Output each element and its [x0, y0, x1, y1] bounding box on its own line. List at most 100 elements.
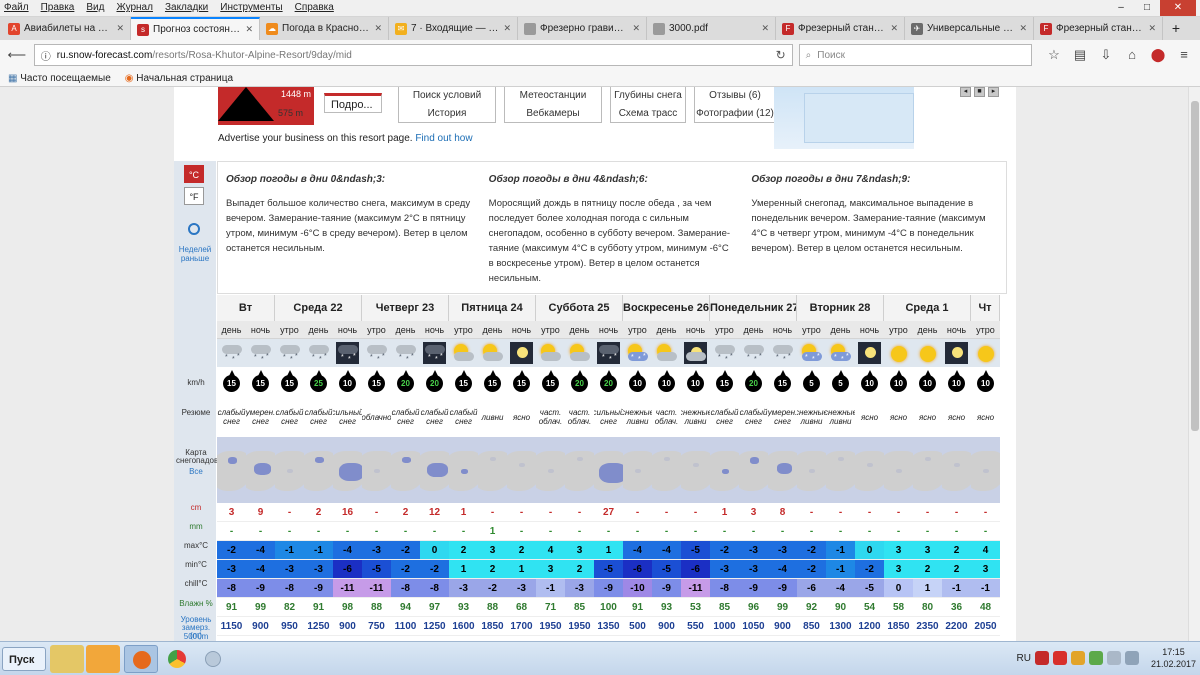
snow-map-thumb[interactable] — [478, 437, 507, 503]
hamburger-menu-icon[interactable]: ≡ — [1174, 47, 1194, 63]
resort-nav-link[interactable]: История — [428, 108, 467, 119]
explorer-icon[interactable] — [50, 645, 84, 673]
pause-icon[interactable]: ■ — [974, 87, 985, 97]
page-scrollbar[interactable] — [1188, 87, 1200, 641]
prev-icon[interactable]: ◂ — [960, 87, 971, 97]
resort-nav-link[interactable]: Фотографии (12) — [696, 108, 774, 119]
firefox-icon[interactable] — [124, 645, 158, 673]
browser-tab[interactable]: ✈ Универсальные фре... ✕ — [905, 17, 1034, 40]
start-button[interactable]: Пуск — [2, 647, 46, 671]
close-button[interactable]: ✕ — [1160, 0, 1196, 16]
info-icon[interactable]: ⓘ — [41, 48, 51, 63]
snow-map-thumb[interactable] — [362, 437, 391, 503]
snow-map-thumb[interactable] — [507, 437, 536, 503]
tab-close-icon[interactable]: ✕ — [632, 23, 640, 34]
snow-map-thumb[interactable] — [913, 437, 942, 503]
bookmark-star-icon[interactable]: ☆ — [1044, 47, 1064, 63]
snow-map-thumb[interactable] — [275, 437, 304, 503]
reload-icon[interactable]: ↻ — [776, 48, 786, 62]
search-input[interactable]: ⌕ Поиск — [798, 44, 1032, 66]
snow-map-thumb[interactable] — [420, 437, 449, 503]
maximize-button[interactable]: □ — [1134, 0, 1160, 16]
fahrenheit-button[interactable]: °F — [184, 187, 204, 205]
scroll-thumb[interactable] — [1191, 101, 1199, 431]
browser-tab[interactable]: ☁ Погода в Красной П... ✕ — [260, 17, 389, 40]
snow-map-thumb[interactable] — [565, 437, 594, 503]
snow-map-thumb[interactable] — [942, 437, 971, 503]
flash-icon[interactable] — [1052, 651, 1067, 665]
browser-tab[interactable]: A Авиабилеты на Нов... ✕ — [2, 17, 131, 40]
browser-tab[interactable]: s Прогноз состояния ... ✕ — [131, 17, 260, 40]
snow-map-thumb[interactable] — [768, 437, 797, 503]
menu-item[interactable]: Журнал — [116, 2, 153, 13]
browser-tab[interactable]: 3000.pdf ✕ — [647, 17, 776, 40]
menu-item[interactable]: Инструменты — [220, 2, 282, 13]
resort-nav-link[interactable]: Поиск условий — [413, 90, 481, 101]
tab-close-icon[interactable]: ✕ — [1148, 23, 1156, 34]
resort-nav-link[interactable]: Вебкамеры — [526, 108, 579, 119]
url-bar[interactable]: ⓘ ru.snow-forecast.com/resorts/Rosa-Khut… — [33, 44, 793, 66]
tab-close-icon[interactable]: ✕ — [245, 24, 253, 35]
find-out-link[interactable]: Find out how — [415, 133, 472, 144]
menu-item[interactable]: Вид — [86, 2, 104, 13]
snowmap-all-link[interactable]: Все — [176, 468, 216, 476]
tab-close-icon[interactable]: ✕ — [1019, 23, 1027, 34]
snow-map-thumb[interactable] — [217, 437, 246, 503]
snow-map-thumb[interactable] — [623, 437, 652, 503]
clock-icon[interactable] — [188, 223, 200, 235]
back-icon[interactable]: ⟵ — [6, 44, 28, 66]
next-icon[interactable]: ▸ — [988, 87, 999, 97]
download-icon[interactable]: ⇩ — [1096, 47, 1116, 63]
snow-map-thumb[interactable] — [739, 437, 768, 503]
snow-map-thumb[interactable] — [971, 437, 1000, 503]
network-icon[interactable] — [1106, 651, 1121, 665]
paint-icon[interactable] — [196, 645, 230, 673]
more-details-button[interactable]: Подро... — [324, 93, 382, 113]
acrobat-icon[interactable] — [1034, 651, 1049, 665]
tab-close-icon[interactable]: ✕ — [761, 23, 769, 34]
resort-nav-link[interactable]: Отзывы (6) — [709, 90, 761, 101]
week-earlier-link[interactable]: Неделей раньше — [176, 245, 214, 263]
adblock-icon[interactable]: ⬤ — [1148, 47, 1168, 63]
celsius-button[interactable]: °C — [184, 165, 204, 183]
snow-map-thumb[interactable] — [304, 437, 333, 503]
updater-icon[interactable] — [1070, 651, 1085, 665]
snow-map-thumb[interactable] — [797, 437, 826, 503]
browser-tab[interactable]: ✉ 7 · Входящие — Ян... ✕ — [389, 17, 518, 40]
snow-map-thumb[interactable] — [391, 437, 420, 503]
snow-map-thumb[interactable] — [826, 437, 855, 503]
snow-map-thumb[interactable] — [449, 437, 478, 503]
new-tab-button[interactable]: + — [1163, 17, 1189, 40]
chrome-icon[interactable] — [160, 645, 194, 673]
browser-tab[interactable]: F Фрезерный станок с... ✕ — [1034, 17, 1163, 40]
menu-item[interactable]: Правка — [41, 2, 75, 13]
resort-nav-link[interactable]: Схема трасс — [619, 108, 678, 119]
browser-tab[interactable]: Фрезерно гравировальн... ✕ — [518, 17, 647, 40]
snow-map-thumb[interactable] — [884, 437, 913, 503]
snow-map-thumb[interactable] — [246, 437, 275, 503]
tab-close-icon[interactable]: ✕ — [503, 23, 511, 34]
library-icon[interactable]: ▤ — [1070, 47, 1090, 63]
media-player-icon[interactable] — [86, 645, 120, 673]
bookmark-item[interactable]: ◉ Начальная страница — [125, 73, 233, 84]
snow-map-thumb[interactable] — [710, 437, 739, 503]
menu-item[interactable]: Файл — [4, 2, 29, 13]
snow-map-thumb[interactable] — [333, 437, 362, 503]
browser-tab[interactable]: F Фрезерный станок с... ✕ — [776, 17, 905, 40]
resort-nav-link[interactable]: Метеостанции — [520, 90, 587, 101]
home-icon[interactable]: ⌂ — [1122, 47, 1142, 63]
tab-close-icon[interactable]: ✕ — [374, 23, 382, 34]
snow-map-thumb[interactable] — [594, 437, 623, 503]
snow-map-thumb[interactable] — [855, 437, 884, 503]
volume-icon[interactable] — [1124, 651, 1139, 665]
snow-map-thumb[interactable] — [652, 437, 681, 503]
tab-close-icon[interactable]: ✕ — [890, 23, 898, 34]
menu-item[interactable]: Закладки — [165, 2, 208, 13]
snow-map-thumb[interactable] — [681, 437, 710, 503]
resort-nav-link[interactable]: Глубины снега — [614, 90, 682, 101]
minimize-button[interactable]: – — [1108, 0, 1134, 16]
language-indicator[interactable]: RU — [1017, 653, 1031, 664]
snow-map-thumb[interactable] — [536, 437, 565, 503]
tray-clock[interactable]: 17:15 21.02.2017 — [1151, 646, 1196, 670]
bookmark-item[interactable]: ▦ Часто посещаемые — [8, 73, 111, 84]
